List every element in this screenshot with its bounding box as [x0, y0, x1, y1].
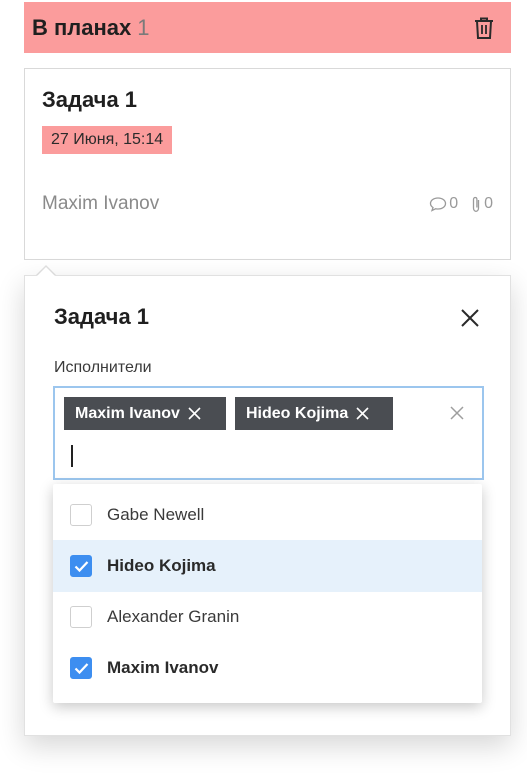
tag-label: Hideo Kojima: [246, 404, 349, 422]
check-icon: [74, 561, 89, 573]
close-icon[interactable]: [460, 308, 480, 328]
text-cursor: [71, 445, 73, 467]
assignee-multiselect[interactable]: Maxim Ivanov Hideo Kojima: [53, 386, 484, 480]
selected-tag: Maxim Ivanov: [64, 397, 226, 430]
selected-tag: Hideo Kojima: [235, 397, 393, 430]
column-title: В планах 1: [32, 15, 150, 41]
check-icon: [74, 663, 89, 675]
assignees-label: Исполнители: [54, 359, 152, 376]
attachment-count-value: 0: [484, 195, 493, 212]
checkbox-unchecked[interactable]: [70, 606, 92, 628]
paperclip-icon: [472, 196, 480, 212]
popover-arrow-inner: [36, 267, 56, 277]
comment-count-value: 0: [449, 195, 459, 212]
option-label: Alexander Granin: [107, 607, 240, 626]
checkbox-checked[interactable]: [70, 657, 92, 679]
attachment-count: 0: [470, 195, 493, 213]
due-date-badge: 27 Июня, 15:14: [42, 126, 173, 154]
option-maxim-ivanov[interactable]: Maxim Ivanov: [53, 642, 482, 694]
task-card[interactable]: Задача 1 27 Июня, 15:14 Maxim Ivanov 0 0: [24, 68, 511, 260]
trash-icon[interactable]: [473, 16, 495, 40]
card-meta: 0 0: [423, 195, 493, 213]
remove-tag-icon[interactable]: [188, 407, 201, 420]
assignee-dropdown: Gabe Newell Hideo Kojima Alexander Grani…: [53, 484, 482, 703]
card-assignee: Maxim Ivanov: [42, 193, 160, 214]
option-label: Gabe Newell: [107, 505, 205, 524]
column-header: В планах 1: [24, 2, 511, 53]
option-label: Maxim Ivanov: [107, 658, 219, 677]
card-title: Задача 1: [42, 87, 138, 112]
option-label: Hideo Kojima: [107, 556, 216, 575]
option-gabe-newell[interactable]: Gabe Newell: [53, 489, 482, 541]
tag-label: Maxim Ivanov: [75, 404, 180, 422]
remove-tag-icon[interactable]: [356, 407, 369, 420]
checkbox-unchecked[interactable]: [70, 504, 92, 526]
comment-count: 0: [429, 195, 458, 213]
checkbox-checked[interactable]: [70, 555, 92, 577]
popover-title: Задача 1: [54, 304, 150, 329]
option-hideo-kojima[interactable]: Hideo Kojima: [53, 540, 482, 592]
column-title-text: В планах: [32, 15, 132, 40]
column-task-count: 1: [137, 15, 150, 40]
option-alexander-granin[interactable]: Alexander Granin: [53, 591, 482, 643]
clear-all-icon[interactable]: [450, 406, 464, 420]
comment-icon: [430, 197, 447, 212]
